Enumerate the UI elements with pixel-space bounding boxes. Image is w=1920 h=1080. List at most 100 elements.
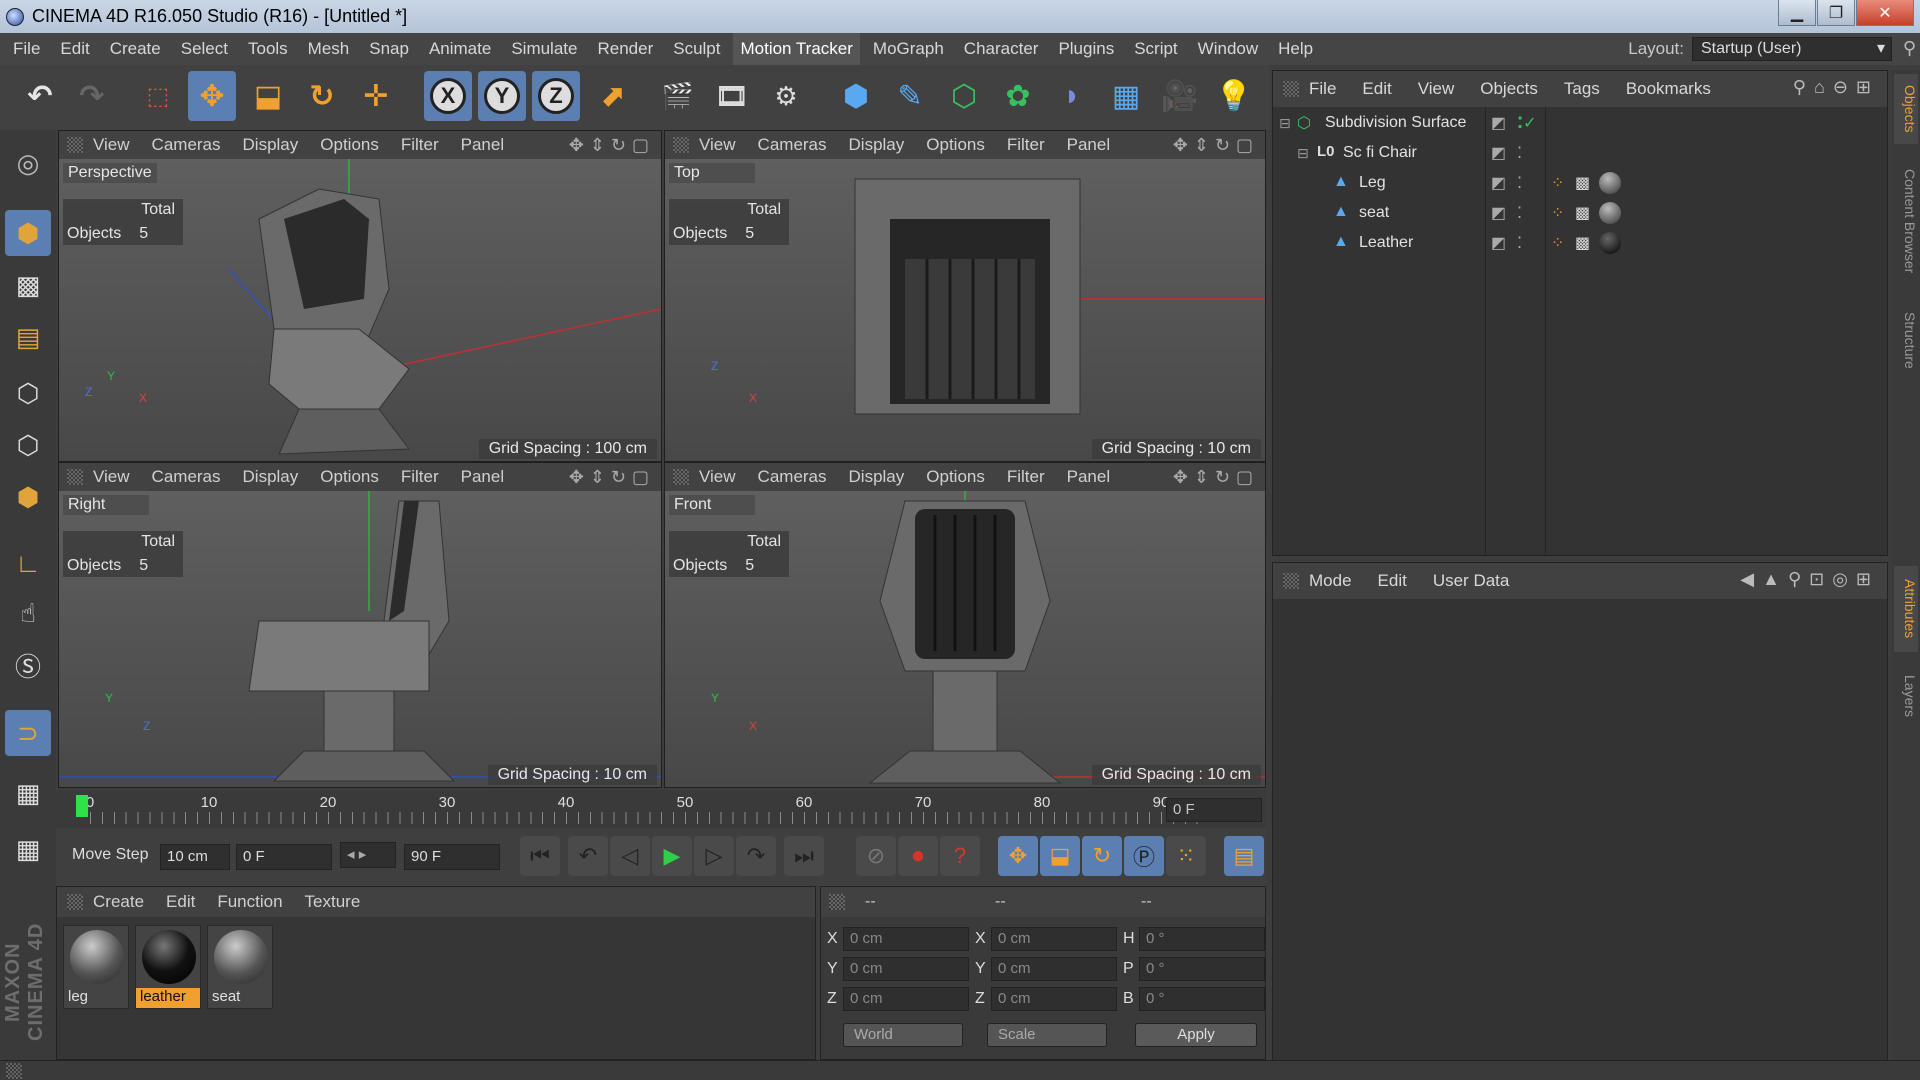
layer-dots-icon[interactable]: ⁚ <box>1517 203 1522 223</box>
size-z-field[interactable]: 0 cm <box>991 987 1117 1011</box>
model-mode-icon[interactable]: ⬢ <box>5 210 51 256</box>
viewport-navigation-icons[interactable]: ✥⇕↻▢ <box>569 135 655 156</box>
world-select[interactable]: World <box>843 1023 963 1047</box>
viewport-menu-view[interactable]: View <box>93 467 130 487</box>
tab-objects[interactable]: Objects <box>1894 74 1918 144</box>
make-editable-icon[interactable]: ◎ <box>5 140 51 186</box>
record-position-icon[interactable]: ✥ <box>998 836 1038 876</box>
previous-frame-icon[interactable]: ◁ <box>610 836 650 876</box>
viewport-menu-options[interactable]: Options <box>320 467 379 487</box>
objects-menu-bookmarks[interactable]: Bookmarks <box>1626 79 1711 99</box>
record-point-level-icon[interactable]: ⁙ <box>1166 836 1206 876</box>
menu-window[interactable]: Window <box>1191 33 1265 65</box>
next-frame-icon[interactable]: ▷ <box>694 836 734 876</box>
viewport-menu-options[interactable]: Options <box>320 135 379 155</box>
render-picture-viewer-icon[interactable]: 🎞 <box>708 71 756 121</box>
scale-select[interactable]: Scale <box>987 1023 1107 1047</box>
coordinate-system-icon[interactable]: ⬈ <box>588 71 636 121</box>
material-menu-edit[interactable]: Edit <box>166 892 195 912</box>
menu-select[interactable]: Select <box>174 33 235 65</box>
menu-sculpt[interactable]: Sculpt <box>666 33 727 65</box>
grip-icon[interactable] <box>673 469 689 485</box>
viewport-menu-cameras[interactable]: Cameras <box>758 467 827 487</box>
viewport-navigation-icons[interactable]: ✥⇕↻▢ <box>1173 467 1259 488</box>
tab-layers[interactable]: Layers <box>1894 666 1918 726</box>
subdivision-surface-icon[interactable]: ⬡ <box>940 71 988 121</box>
viewport-menu-options[interactable]: Options <box>926 135 985 155</box>
size-y-field[interactable]: 0 cm <box>991 957 1117 981</box>
grip-icon[interactable] <box>1283 81 1299 97</box>
tab-content-browser[interactable]: Content Browser <box>1894 156 1918 286</box>
material-menu-create[interactable]: Create <box>93 892 144 912</box>
objects-menu-view[interactable]: View <box>1418 79 1455 99</box>
viewport-navigation-icons[interactable]: ✥⇕↻▢ <box>1173 135 1259 156</box>
collapse-icon[interactable]: ⊟ <box>1279 115 1291 132</box>
viewport-menu-display[interactable]: Display <box>243 135 299 155</box>
recent-tools-icon[interactable]: ✛ <box>352 71 400 121</box>
attributes-menu-edit[interactable]: Edit <box>1378 571 1407 591</box>
menu-mograph[interactable]: MoGraph <box>866 33 951 65</box>
start-frame-field[interactable]: 0 F <box>236 844 332 870</box>
viewport-canvas[interactable]: Perspective Total Objects 5 Y Z X Grid Sp… <box>59 159 661 461</box>
z-axis-lock-icon[interactable]: Z <box>532 71 580 121</box>
rotate-tool-icon[interactable]: ↻ <box>298 71 346 121</box>
object-row-leg[interactable]: ▲ Leg ◩ ⁚ ⁘ ▩ <box>1273 169 1887 199</box>
material-swatch-seat[interactable]: seat <box>207 925 273 1009</box>
menu-motion-tracker[interactable]: Motion Tracker <box>733 33 860 65</box>
material-tag-icon[interactable] <box>1599 202 1621 224</box>
tab-attributes[interactable]: Attributes <box>1894 566 1918 652</box>
material-swatch-leg[interactable]: leg <box>63 925 129 1009</box>
attributes-menu-mode[interactable]: Mode <box>1309 571 1352 591</box>
viewport-canvas[interactable]: Right Total Objects 5 Y Z Grid Spacing : … <box>59 491 661 787</box>
edges-mode-icon[interactable]: ⬡ <box>5 422 51 468</box>
polygons-mode-icon[interactable]: ⬢ <box>5 474 51 520</box>
grip-icon[interactable] <box>1283 573 1299 589</box>
material-menu-function[interactable]: Function <box>217 892 282 912</box>
menu-simulate[interactable]: Simulate <box>504 33 584 65</box>
object-row-leather[interactable]: ▲ Leather ◩ ⁚ ⁘ ▩ <box>1273 229 1887 259</box>
viewport-canvas[interactable]: Front Total Objects 5 Y X Grid Spacing : … <box>665 491 1265 787</box>
menu-mesh[interactable]: Mesh <box>301 33 357 65</box>
timeline-ruler[interactable]: 0 10 20 30 40 50 60 70 80 90 0 F <box>56 790 1266 828</box>
camera-icon[interactable]: 🎥 <box>1156 71 1204 121</box>
move-step-field[interactable]: 10 cm <box>160 844 230 870</box>
record-scale-icon[interactable]: ⬓ <box>1040 836 1080 876</box>
live-selection-icon[interactable]: ⬚ <box>134 71 182 121</box>
render-settings-icon[interactable]: ⚙ <box>762 71 810 121</box>
record-parameter-icon[interactable]: Ⓟ <box>1124 836 1164 876</box>
next-key-icon[interactable]: ↷ <box>736 836 776 876</box>
end-frame-field[interactable]: 90 F <box>404 844 500 870</box>
grip-icon[interactable] <box>673 137 689 153</box>
auto-keying-icon[interactable]: ⏺ <box>898 836 938 876</box>
previous-key-icon[interactable]: ↶ <box>568 836 608 876</box>
visibility-toggle-icon[interactable]: ◩ <box>1491 113 1506 133</box>
size-x-field[interactable]: 0 cm <box>991 927 1117 951</box>
material-tag-icon[interactable] <box>1599 172 1621 194</box>
visibility-toggle-icon[interactable]: ◩ <box>1491 233 1506 253</box>
viewport-menu-filter[interactable]: Filter <box>1007 135 1045 155</box>
objects-menu-tags[interactable]: Tags <box>1564 79 1600 99</box>
menu-file[interactable]: File <box>6 33 47 65</box>
axis-mode-icon[interactable]: ∟ <box>5 540 51 586</box>
rotation-h-field[interactable]: 0 ° <box>1139 927 1265 951</box>
attributes-menu-user-data[interactable]: User Data <box>1433 571 1510 591</box>
search-icon[interactable]: ⚲ <box>1903 38 1916 59</box>
cloner-icon[interactable]: ✿ <box>994 71 1042 121</box>
viewport-menu-panel[interactable]: Panel <box>461 467 504 487</box>
viewport-menu-panel[interactable]: Panel <box>1067 467 1110 487</box>
deformer-icon[interactable]: ◗ <box>1048 71 1096 121</box>
attribute-manager-nav-icons[interactable]: ◀▲⚲⊡◎⊞ <box>1740 569 1879 590</box>
position-z-field[interactable]: 0 cm <box>843 987 969 1011</box>
minimize-button[interactable]: ▁ <box>1778 0 1816 26</box>
viewport-menu-cameras[interactable]: Cameras <box>152 135 221 155</box>
menu-tools[interactable]: Tools <box>241 33 295 65</box>
uvw-tag-icon[interactable]: ▩ <box>1575 173 1590 193</box>
viewport-menu-view[interactable]: View <box>699 135 736 155</box>
workplane-lock-icon[interactable]: ▦ <box>5 770 51 816</box>
snap-icon[interactable]: Ⓢ <box>5 642 51 688</box>
viewport-menu-filter[interactable]: Filter <box>1007 467 1045 487</box>
viewport-menu-panel[interactable]: Panel <box>461 135 504 155</box>
viewport-menu-view[interactable]: View <box>93 135 130 155</box>
visibility-toggle-icon[interactable]: ◩ <box>1491 143 1506 163</box>
object-row-scifi-chair[interactable]: ⊟ L0 Sc fi Chair ◩ ⁚ <box>1273 139 1887 169</box>
